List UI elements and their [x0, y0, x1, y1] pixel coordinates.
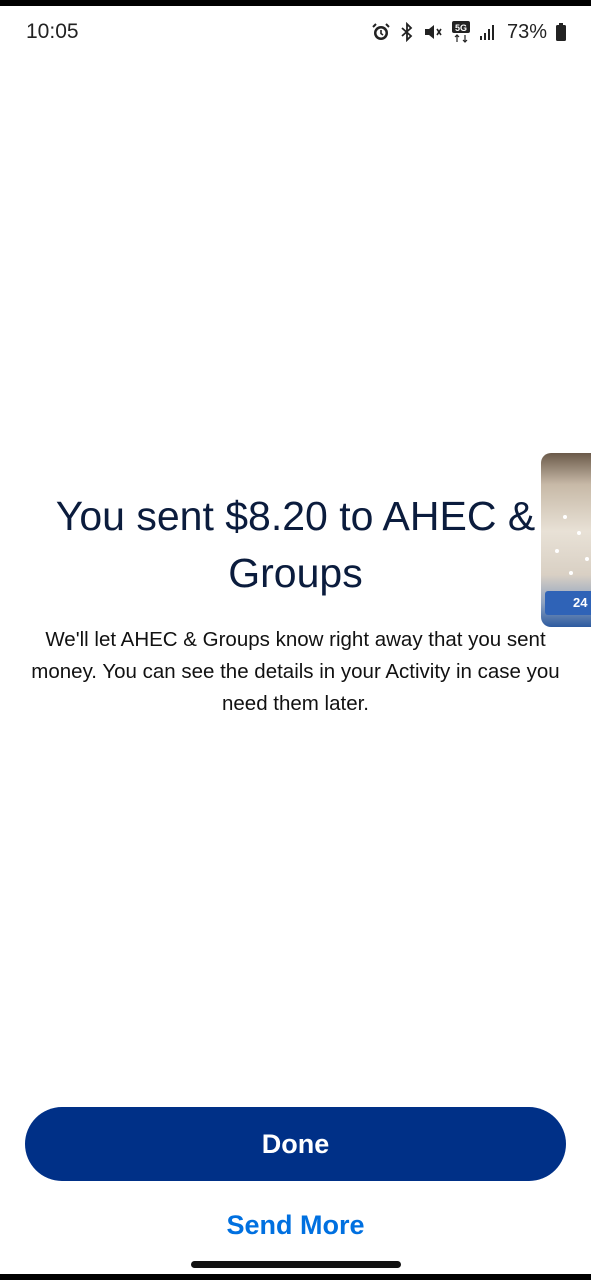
status-icons: 5G 73%	[371, 20, 567, 44]
confirmation-title: You sent $8.20 to AHEC & Groups	[55, 493, 536, 596]
picture-in-picture-video[interactable]: 24	[541, 453, 591, 627]
send-more-link[interactable]: Send More	[0, 1210, 591, 1241]
bottom-edge	[0, 1274, 591, 1280]
done-button[interactable]: Done	[25, 1107, 566, 1181]
confirmation-description: We'll let AHEC & Groups know right away …	[31, 628, 560, 715]
status-bar: 10:05 5G 73%	[0, 6, 591, 58]
mute-icon	[423, 22, 443, 42]
alarm-icon	[371, 22, 391, 42]
pip-badge: 24	[545, 591, 591, 615]
svg-text:5G: 5G	[455, 23, 467, 33]
5g-icon: 5G	[451, 20, 471, 44]
status-time: 10:05	[26, 20, 79, 43]
battery-level: 73%	[506, 20, 547, 43]
home-indicator[interactable]	[191, 1261, 401, 1268]
signal-icon	[479, 23, 497, 41]
bluetooth-icon	[399, 22, 415, 42]
battery-icon	[555, 22, 567, 42]
